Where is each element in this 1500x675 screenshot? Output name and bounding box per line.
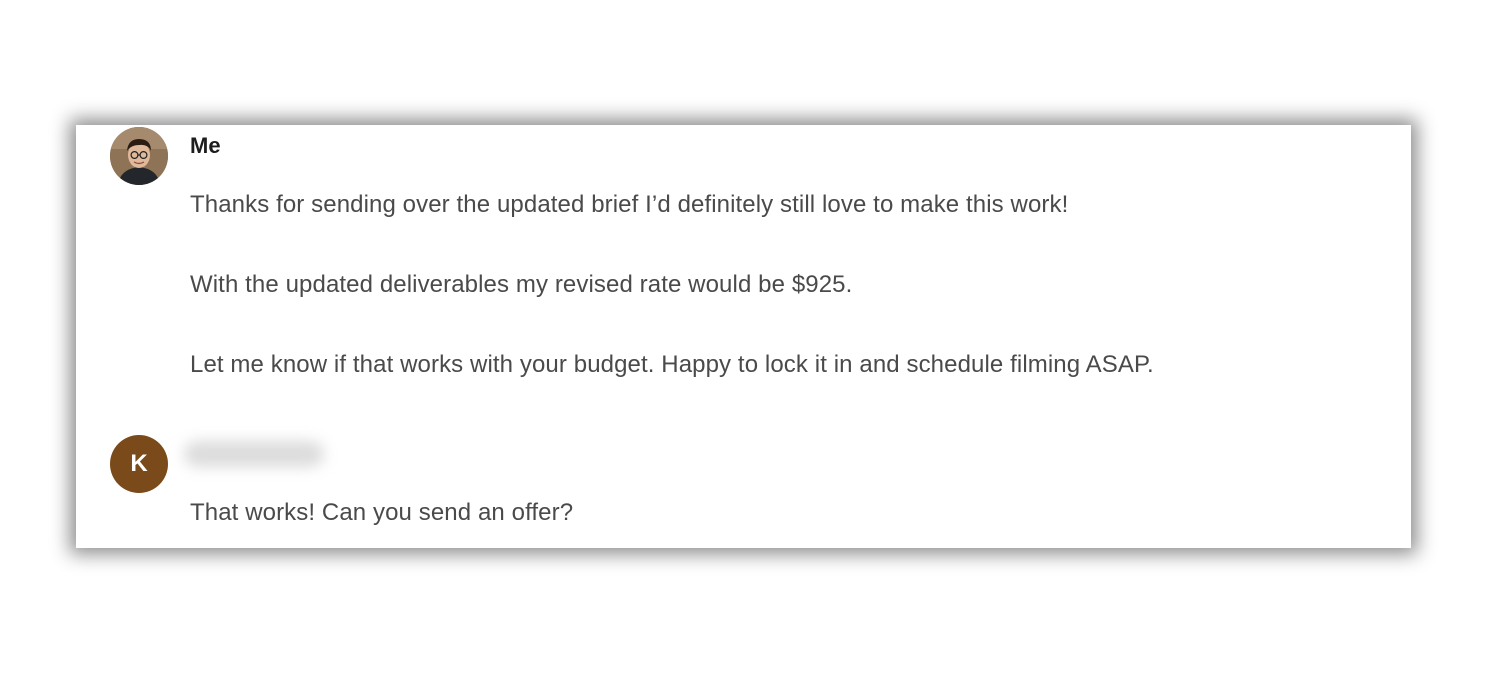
- message-line: With the updated deliverables my revised…: [190, 271, 853, 298]
- avatar: K: [110, 435, 168, 493]
- message-thread: Me Thanks for sending over the updated b…: [76, 125, 1411, 548]
- message-line: Let me know if that works with your budg…: [190, 351, 1154, 378]
- user-photo-icon: [110, 127, 168, 185]
- sender-name: Me: [190, 133, 221, 158]
- avatar: [110, 127, 168, 185]
- message-line: Thanks for sending over the updated brie…: [190, 191, 1069, 218]
- message-line: That works! Can you send an offer?: [190, 499, 574, 526]
- sender-name-redacted: [184, 441, 324, 467]
